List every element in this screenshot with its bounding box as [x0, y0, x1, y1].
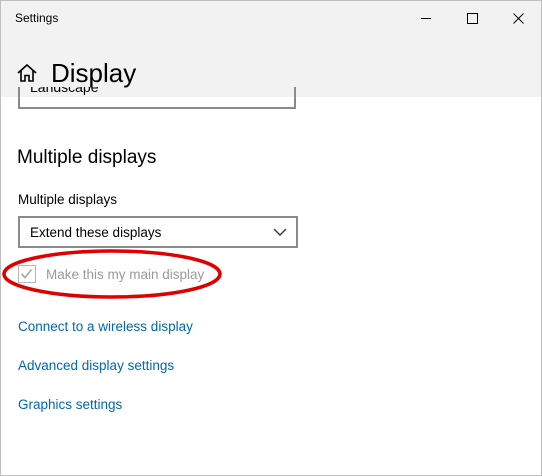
- orientation-dropdown[interactable]: Landscape: [18, 87, 296, 109]
- multiple-displays-label: Multiple displays: [18, 192, 118, 207]
- settings-window: Settings Display Landscape Multiple disp…: [0, 0, 542, 476]
- close-icon: [512, 12, 524, 24]
- maximize-icon: [466, 12, 478, 24]
- advanced-display-settings-link[interactable]: Advanced display settings: [18, 358, 174, 373]
- orientation-value: Landscape: [30, 87, 99, 95]
- main-display-checkbox-label: Make this my main display: [46, 267, 205, 282]
- window-title: Settings: [15, 11, 59, 25]
- minimize-button[interactable]: [403, 1, 449, 35]
- main-display-checkbox[interactable]: [18, 265, 36, 283]
- close-button[interactable]: [495, 1, 541, 35]
- home-icon[interactable]: [16, 63, 38, 83]
- title-bar[interactable]: Settings: [1, 1, 541, 35]
- chevron-down-icon: [273, 228, 287, 236]
- minimize-icon: [420, 17, 431, 19]
- graphics-settings-link[interactable]: Graphics settings: [18, 397, 122, 412]
- multiple-displays-dropdown[interactable]: Extend these displays: [18, 216, 298, 248]
- maximize-button[interactable]: [449, 1, 495, 35]
- display-settings-content: Landscape Multiple displays Multiple dis…: [1, 87, 541, 475]
- page-title: Display: [51, 58, 137, 88]
- main-display-checkbox-row: Make this my main display: [18, 265, 238, 285]
- checkmark-icon: [20, 268, 33, 279]
- section-heading: Multiple displays: [17, 147, 157, 168]
- connect-wireless-display-link[interactable]: Connect to a wireless display: [18, 319, 193, 334]
- multiple-displays-value: Extend these displays: [30, 225, 162, 240]
